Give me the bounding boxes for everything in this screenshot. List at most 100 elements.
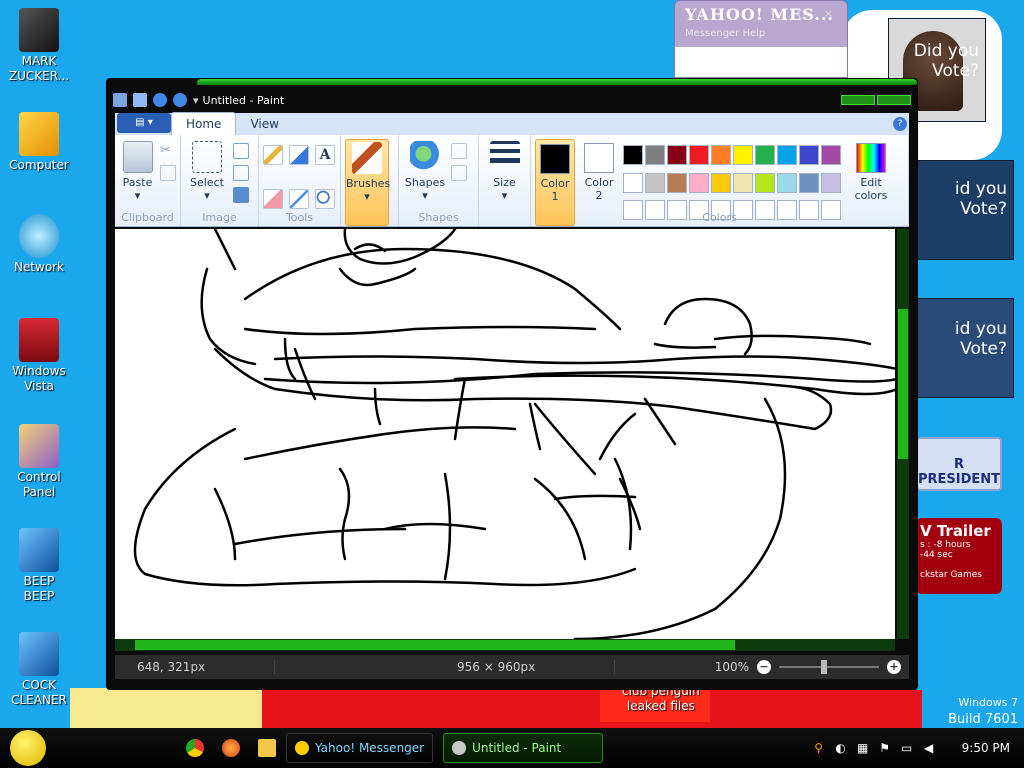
minimize-button[interactable]: [841, 95, 875, 105]
zoom-slider[interactable]: [779, 660, 879, 674]
crop-icon[interactable]: [233, 143, 249, 159]
brushes-button[interactable]: Brushes ▾: [345, 139, 391, 226]
tab-home[interactable]: Home: [171, 112, 237, 135]
save-icon[interactable]: [133, 93, 147, 107]
eraser-icon[interactable]: [263, 188, 283, 209]
resize-icon[interactable]: [233, 165, 249, 181]
palette-swatch[interactable]: [799, 172, 819, 193]
president-banner[interactable]: R PRESIDENT: [916, 437, 1002, 491]
group-label-image: Image: [202, 211, 237, 224]
palette-swatch[interactable]: [777, 145, 797, 165]
desktop-icon-mark-zucker[interactable]: MARK ZUCKER...: [0, 8, 78, 84]
text-icon[interactable]: A: [315, 145, 335, 165]
desktop-icon-beep-beep[interactable]: BEEP BEEP: [0, 528, 78, 604]
palette-swatch[interactable]: [821, 145, 841, 165]
help-icon[interactable]: ?: [893, 117, 907, 131]
desktop-icon-network[interactable]: Network: [0, 214, 78, 275]
search-icon[interactable]: ⚲: [812, 741, 826, 755]
desktop-icon-control-panel[interactable]: Control Panel: [0, 424, 78, 500]
palette-swatch[interactable]: [755, 145, 775, 165]
window-controls[interactable]: [841, 95, 911, 105]
group-image: Select ▾ Image: [181, 135, 259, 226]
tab-view[interactable]: View: [236, 113, 292, 135]
undo-icon[interactable]: [153, 93, 167, 107]
edit-colors-label: Edit colors: [854, 176, 888, 202]
clock[interactable]: 9:50 PM: [962, 741, 1010, 755]
maximize-button[interactable]: [877, 95, 911, 105]
palette-swatch[interactable]: [733, 145, 753, 165]
horizontal-scrollbar[interactable]: [115, 639, 895, 651]
zoom-in-button[interactable]: +: [887, 660, 901, 674]
chrome-icon[interactable]: [186, 739, 204, 757]
cut-icon[interactable]: ✂: [160, 143, 176, 159]
action-center-flag-icon[interactable]: ⚑: [878, 741, 892, 755]
desktop-icon-cock-cleaner[interactable]: COCK CLEANER: [0, 632, 78, 708]
palette-swatch[interactable]: [799, 145, 819, 165]
paste-label: Paste: [122, 176, 153, 189]
brushes-label: Brushes: [346, 177, 391, 190]
outline-icon[interactable]: [451, 143, 467, 159]
customize-toolbar-icon[interactable]: ▾: [193, 94, 199, 107]
paint-menu-button[interactable]: ▤ ▾: [117, 113, 171, 133]
fill-icon[interactable]: [289, 145, 309, 165]
paint-app-icon[interactable]: [113, 93, 127, 107]
candidate-ad-text: id you Vote?: [954, 319, 1007, 359]
task-paint[interactable]: Untitled - Paint: [443, 733, 604, 763]
group-label-shapes: Shapes: [418, 211, 459, 224]
palette-swatch[interactable]: [711, 172, 731, 193]
messenger-status-icon[interactable]: ◐: [834, 741, 848, 755]
paint-window[interactable]: ▾ Untitled - Paint ▤ ▾ Home View ? Paste…: [106, 78, 918, 690]
redo-icon[interactable]: [173, 93, 187, 107]
chevron-down-icon: ▾: [501, 189, 508, 202]
palette-swatch[interactable]: [645, 172, 665, 193]
paint-titlebar[interactable]: ▾ Untitled - Paint: [113, 89, 911, 111]
magnifier-icon[interactable]: [315, 188, 335, 209]
palette-swatch[interactable]: [667, 172, 687, 193]
copy-icon[interactable]: [160, 165, 176, 181]
candidate-ad-3[interactable]: id you Vote?: [916, 298, 1014, 398]
zoom-slider-knob[interactable]: [821, 660, 827, 674]
palette-swatch[interactable]: [689, 172, 709, 193]
desktop-icon-computer[interactable]: Computer: [0, 112, 78, 173]
folder-icon: [19, 8, 59, 52]
palette-swatch[interactable]: [755, 172, 775, 193]
desktop-icon-windows-vista[interactable]: Windows Vista: [0, 318, 78, 394]
fill-shape-icon[interactable]: [451, 165, 467, 181]
color2-swatch: [584, 143, 614, 173]
desktop-icon-label: Windows Vista: [12, 364, 66, 393]
rotate-icon[interactable]: [233, 187, 249, 203]
network-icon[interactable]: ▦: [856, 741, 870, 755]
firefox-icon[interactable]: [222, 739, 240, 757]
explorer-folder-icon[interactable]: [258, 739, 276, 757]
palette-swatch[interactable]: [733, 172, 753, 193]
pencil-icon[interactable]: [263, 145, 283, 165]
palette-swatch[interactable]: [777, 172, 797, 193]
control-panel-icon: [19, 424, 59, 468]
palette-swatch[interactable]: [623, 145, 643, 165]
palette-swatch[interactable]: [623, 172, 643, 193]
vertical-scrollbar[interactable]: [897, 229, 909, 639]
vertical-scroll-thumb[interactable]: [898, 309, 908, 459]
horizontal-scroll-thumb[interactable]: [135, 640, 735, 650]
candidate-ad-2[interactable]: id you Vote?: [916, 160, 1014, 260]
yahoo-body: [675, 47, 847, 77]
zoom-out-button[interactable]: −: [757, 660, 771, 674]
palette-swatch[interactable]: [821, 172, 841, 193]
trailer-ad[interactable]: V Trailer s : -8 hours -44 sec ckstar Ga…: [916, 518, 1002, 594]
size-button[interactable]: Size ▾: [483, 139, 526, 226]
yahoo-messenger-window[interactable]: YAHOO! MES... Messenger Help _ □ ×: [674, 0, 848, 78]
palette-swatch[interactable]: [689, 145, 709, 165]
display-icon[interactable]: ▭: [900, 741, 914, 755]
volume-icon[interactable]: ◀: [922, 741, 936, 755]
start-button[interactable]: [10, 730, 46, 766]
palette-swatch[interactable]: [667, 145, 687, 165]
yahoo-menu[interactable]: Messenger Help: [675, 28, 847, 39]
color-picker-icon[interactable]: [289, 188, 309, 209]
palette-swatch[interactable]: [645, 145, 665, 165]
window-controls[interactable]: _ □ ×: [777, 7, 839, 20]
wallpaper-red-region: [262, 690, 922, 730]
drawing-canvas[interactable]: [115, 229, 895, 639]
candidate-ad-text: Did you Vote?: [913, 41, 979, 81]
task-yahoo-messenger[interactable]: Yahoo! Messenger: [286, 733, 434, 763]
palette-swatch[interactable]: [711, 145, 731, 165]
